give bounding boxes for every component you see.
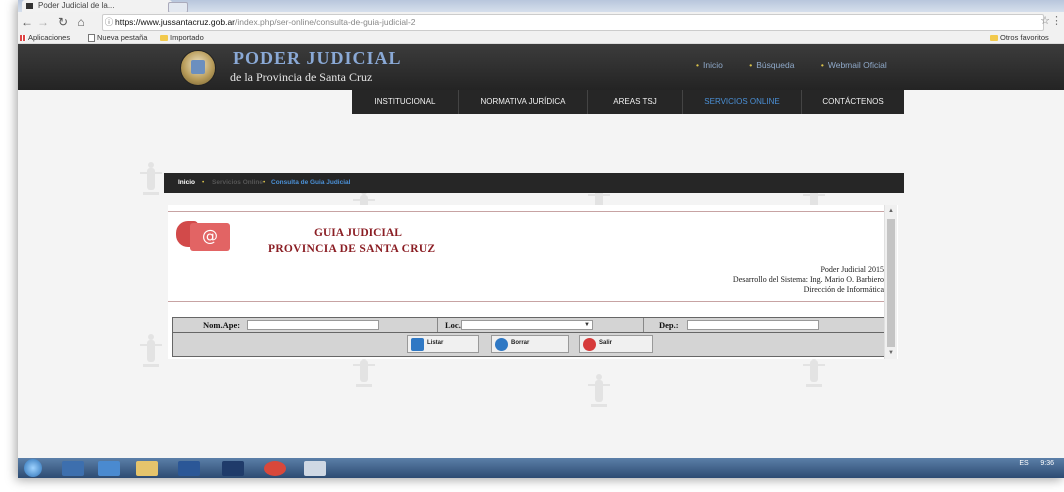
- forward-icon[interactable]: →: [36, 15, 50, 29]
- eraser-icon: [495, 338, 508, 351]
- nav-areas-tsj[interactable]: AREAS TSJ: [588, 90, 682, 114]
- nav-institucional[interactable]: INSTITUCIONAL: [352, 90, 458, 114]
- address-bar[interactable]: ⓘ https://www.jussantacruz.gob.ar/index.p…: [102, 14, 1044, 31]
- folder-icon: [990, 35, 998, 42]
- screenshot-frame: Poder Judicial de la... ← → ↻ ⌂ ⓘ https:/…: [18, 0, 1064, 478]
- justice-statue-watermark: [353, 354, 375, 388]
- close-icon: [583, 338, 596, 351]
- bookmark-other[interactable]: Otros favoritos: [990, 32, 1049, 43]
- apps-grid-icon: [20, 35, 26, 42]
- browser-tab[interactable]: Poder Judicial de la...: [22, 0, 172, 12]
- listar-button[interactable]: Listar: [407, 335, 479, 353]
- coat-of-arms-logo[interactable]: [180, 50, 216, 86]
- bookmark-imported[interactable]: Importado: [160, 32, 204, 43]
- taskbar-explorer-icon[interactable]: [136, 461, 158, 476]
- guia-title: GUIA JUDICIAL: [314, 227, 402, 239]
- browser-tab-strip: Poder Judicial de la...: [18, 0, 1064, 13]
- top-link-webmail[interactable]: • Webmail Oficial: [821, 60, 899, 70]
- os-taskbar: ES 9:36: [18, 458, 1064, 478]
- folder-icon: [160, 35, 168, 42]
- dropdown-arrow-icon: ▼: [584, 322, 590, 328]
- site-subtitle: de la Provincia de Santa Cruz: [230, 70, 373, 84]
- taskbar-photoshop-icon[interactable]: [222, 461, 244, 476]
- browser-menu-icon[interactable]: ⋮: [1051, 14, 1062, 27]
- justice-statue-watermark: [588, 374, 610, 408]
- guia-subtitle: PROVINCIA DE SANTA CRUZ: [268, 243, 436, 255]
- web-page: PODER JUDICIAL de la Provincia de Santa …: [18, 44, 1064, 458]
- taskbar-word-icon[interactable]: [178, 461, 200, 476]
- justice-statue-watermark: [140, 162, 162, 196]
- back-icon[interactable]: ←: [20, 15, 34, 29]
- dep-label: Dep.:: [659, 320, 679, 330]
- tab-favicon-icon: [26, 3, 33, 9]
- home-icon[interactable]: ⌂: [74, 15, 88, 29]
- borrar-button[interactable]: Borrar: [491, 335, 569, 353]
- salir-button[interactable]: Salir: [579, 335, 653, 353]
- taskbar-ie-icon[interactable]: [98, 461, 120, 476]
- frame-scrollbar[interactable]: ▲ ▼: [884, 205, 897, 359]
- divider: [168, 301, 884, 302]
- url-host: https://www.jussantacruz.gob.ar: [115, 17, 236, 27]
- top-link-busqueda[interactable]: • Búsqueda: [749, 60, 806, 70]
- breadcrumb-servicios[interactable]: Servicios Online: [212, 173, 263, 193]
- top-link-inicio[interactable]: • Inicio: [696, 60, 735, 70]
- main-navigation: INSTITUCIONAL NORMATIVA JURÍDICA AREAS T…: [352, 90, 904, 114]
- bookmark-apps[interactable]: Aplicaciones: [20, 32, 70, 43]
- site-header: PODER JUDICIAL de la Provincia de Santa …: [18, 44, 1064, 90]
- guia-judicial-frame: @ GUIA JUDICIAL PROVINCIA DE SANTA CRUZ …: [168, 205, 898, 359]
- scroll-down-icon[interactable]: ▼: [888, 350, 894, 356]
- clock[interactable]: 9:36: [1040, 460, 1054, 467]
- reload-icon[interactable]: ↻: [56, 15, 70, 29]
- scroll-up-icon[interactable]: ▲: [888, 208, 894, 214]
- url-path: /index.php/ser-online/consulta-de-guia-j…: [235, 17, 416, 27]
- system-tray: ES 9:36: [1019, 460, 1054, 467]
- credits: Poder Judicial 2015 Desarrollo del Siste…: [732, 265, 884, 294]
- email-phone-icon: @: [176, 219, 232, 255]
- nav-contactenos[interactable]: CONTÁCTENOS: [802, 90, 904, 114]
- breadcrumb: Inicio • Servicios Online • Consulta de …: [164, 173, 904, 193]
- taskbar-chrome-icon[interactable]: [264, 461, 286, 476]
- browser-toolbar: ← → ↻ ⌂ ⓘ https://www.jussantacruz.gob.ar…: [18, 12, 1064, 33]
- bookmark-new-tab[interactable]: Nueva pestaña: [88, 32, 147, 43]
- taskbar-app-icon[interactable]: [304, 461, 326, 476]
- start-button-icon[interactable]: [24, 459, 42, 477]
- list-icon: [411, 338, 424, 351]
- name-label: Nom.Ape:: [203, 320, 241, 330]
- bookmarks-bar: Aplicaciones Nueva pestaña Importado Otr…: [18, 32, 1064, 44]
- nav-servicios-online[interactable]: SERVICIOS ONLINE: [683, 90, 801, 114]
- justice-statue-watermark: [803, 354, 825, 388]
- search-form: Nom.Ape: Loc.: ▼ Dep.: Listar Borrar Sal…: [172, 317, 886, 357]
- bookmark-star-icon[interactable]: ☆: [1040, 14, 1050, 27]
- name-input[interactable]: [247, 320, 379, 330]
- loc-select[interactable]: ▼: [461, 320, 593, 330]
- breadcrumb-current: Consulta de Guia Judicial: [271, 179, 351, 186]
- dep-input[interactable]: [687, 320, 819, 330]
- breadcrumb-inicio[interactable]: Inicio: [178, 173, 195, 193]
- scroll-thumb[interactable]: [887, 219, 895, 347]
- justice-statue-watermark: [140, 334, 162, 368]
- divider: [168, 211, 884, 212]
- taskbar-app-icon[interactable]: [62, 461, 84, 476]
- site-title[interactable]: PODER JUDICIAL: [233, 48, 402, 69]
- nav-normativa[interactable]: NORMATIVA JURÍDICA: [459, 90, 587, 114]
- tab-title: Poder Judicial de la...: [38, 1, 115, 10]
- info-icon[interactable]: ⓘ: [103, 15, 115, 30]
- language-indicator[interactable]: ES: [1019, 460, 1028, 467]
- page-icon: [88, 34, 95, 43]
- top-links: • Inicio • Búsqueda • Webmail Oficial: [696, 60, 911, 70]
